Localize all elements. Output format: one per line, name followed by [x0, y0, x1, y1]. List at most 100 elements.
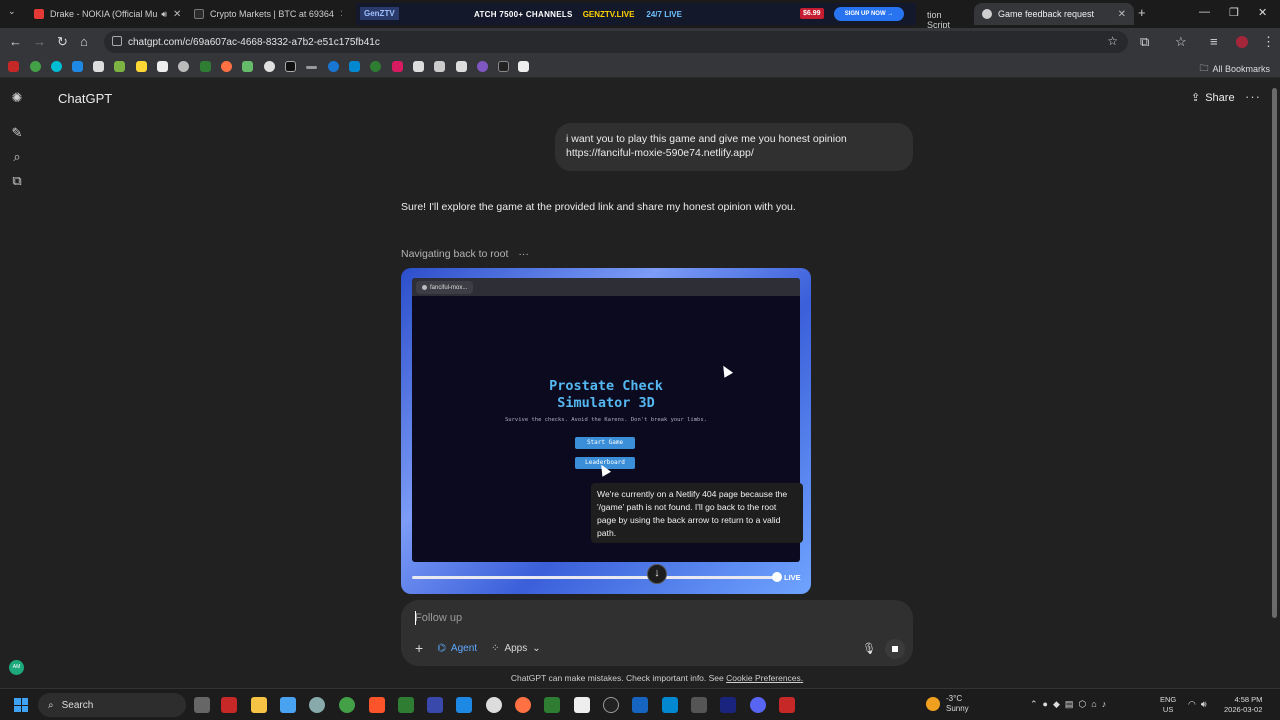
tab-game-feedback[interactable]: Game feedback request ✕: [974, 3, 1134, 25]
bookmark-icon[interactable]: [136, 61, 147, 72]
app-icon[interactable]: [662, 697, 678, 713]
tab-search-chevron-icon[interactable]: ⌄: [8, 6, 16, 17]
bookmark-star-icon[interactable]: ☆: [1107, 34, 1118, 48]
app-icon[interactable]: [632, 697, 648, 713]
media-icon[interactable]: ≡: [1210, 34, 1218, 49]
network-volume-icons[interactable]: ◠ 🔊︎: [1188, 699, 1207, 710]
bookmark-icon[interactable]: [413, 61, 424, 72]
restore-icon[interactable]: ❐: [1229, 6, 1239, 19]
app-icon[interactable]: [427, 697, 443, 713]
minimize-icon[interactable]: —: [1199, 6, 1210, 18]
chrome-icon[interactable]: [339, 697, 355, 713]
scroll-down-icon[interactable]: ↓: [647, 564, 667, 584]
bookmark-icon[interactable]: [221, 61, 232, 72]
taskbar-search[interactable]: ⌕ Search: [38, 693, 186, 717]
close-window-icon[interactable]: ✕: [1258, 6, 1267, 19]
weather-widget[interactable]: -3°C Sunny: [926, 694, 969, 714]
start-game-button[interactable]: Start Game: [575, 437, 635, 449]
app-title[interactable]: ChatGPT: [58, 91, 112, 106]
discord-icon[interactable]: [750, 697, 766, 713]
menu-icon[interactable]: ⋮: [1262, 34, 1275, 50]
bookmark-icon[interactable]: [200, 61, 211, 72]
brave-icon[interactable]: [369, 697, 385, 713]
bookmark-icon[interactable]: [157, 61, 168, 72]
bookmark-icon[interactable]: [392, 61, 403, 72]
microphone-icon[interactable]: 🎙︎: [862, 642, 876, 655]
new-tab-icon[interactable]: +: [1138, 5, 1146, 20]
close-tab-icon[interactable]: ✕: [167, 9, 181, 20]
address-bar[interactable]: chatgpt.com/c/69a607ac-4668-8332-a7b2-e5…: [104, 31, 1128, 53]
app-icon[interactable]: [544, 697, 560, 713]
bookmark-icon[interactable]: [477, 61, 488, 72]
bookmark-icon[interactable]: [8, 61, 19, 72]
bookmark-icon[interactable]: [518, 61, 529, 72]
agent-browser-preview[interactable]: fanciful-mox... Prostate Check Simulator…: [401, 268, 811, 594]
bookmark-icon[interactable]: [114, 61, 125, 72]
app-icon[interactable]: [574, 697, 590, 713]
openai-logo-icon[interactable]: ✺: [10, 91, 24, 105]
tab-crypto[interactable]: Crypto Markets | BTC at 69364 ✕: [186, 3, 342, 25]
taskview-icon[interactable]: [194, 697, 210, 713]
bookmark-icon[interactable]: [264, 61, 275, 72]
extensions-icon[interactable]: ⧉: [1140, 34, 1149, 50]
library-icon[interactable]: ⧉: [10, 174, 24, 188]
system-tray[interactable]: ⌃ ● ◆ ▤ ⬡ ⌂ ♪: [1030, 699, 1106, 710]
stop-button[interactable]: [885, 639, 905, 659]
all-bookmarks[interactable]: 🗀︎ All Bookmarks: [1199, 61, 1270, 77]
avatar[interactable]: AM: [9, 660, 24, 675]
settings-icon[interactable]: [309, 697, 325, 713]
bookmark-icon[interactable]: [242, 61, 253, 72]
scrollbar[interactable]: [1272, 88, 1277, 618]
cookie-preferences-link[interactable]: Cookie Preferences.: [726, 673, 803, 683]
bookmark-icon[interactable]: [498, 61, 509, 72]
close-tab-icon[interactable]: ✕: [334, 9, 342, 20]
profile-icon[interactable]: [1236, 36, 1248, 48]
app-icon[interactable]: [398, 697, 414, 713]
bookmark-icon[interactable]: [370, 61, 381, 72]
back-icon[interactable]: ←: [9, 34, 22, 49]
ad-signup-button[interactable]: SIGN UP NOW →: [834, 7, 904, 21]
share-button[interactable]: ⇪ Share: [1191, 91, 1235, 105]
bookmark-icon[interactable]: [72, 61, 83, 72]
agent-button[interactable]: ⌬ Agent: [437, 643, 477, 654]
store-icon[interactable]: [280, 697, 296, 713]
user-message-link[interactable]: https://fanciful-moxie-590e74.netlify.ap…: [566, 146, 902, 160]
bookmark-icon[interactable]: [434, 61, 445, 72]
app-icon[interactable]: [456, 697, 472, 713]
app-icon[interactable]: [221, 697, 237, 713]
bookmark-icon[interactable]: [51, 61, 62, 72]
bookmark-icon[interactable]: [178, 61, 189, 72]
bookmark-icon[interactable]: [456, 61, 467, 72]
app-icon[interactable]: [603, 697, 619, 713]
search-icon[interactable]: ⌕: [10, 150, 24, 164]
clock[interactable]: 4:58 PM 2026-03-02: [1224, 695, 1262, 715]
progress-handle[interactable]: [772, 572, 782, 582]
bookmark-icon[interactable]: [328, 61, 339, 72]
bookmarks-icon[interactable]: ☆: [1175, 34, 1187, 50]
file-explorer-icon[interactable]: [251, 697, 267, 713]
bookmark-icon[interactable]: [349, 61, 360, 72]
composer[interactable]: Follow up + ⌬ Agent ⁘ Apps ⌄ 🎙︎: [401, 600, 913, 666]
bookmark-icon[interactable]: [285, 61, 296, 72]
bookmark-icon[interactable]: [30, 61, 41, 72]
apps-button[interactable]: ⁘ Apps ⌄: [491, 643, 541, 654]
bookmark-icon[interactable]: [306, 66, 317, 69]
language-indicator[interactable]: ENG US: [1160, 695, 1176, 715]
forward-icon[interactable]: →: [33, 34, 46, 49]
add-icon[interactable]: +: [415, 640, 423, 656]
site-info-icon[interactable]: [112, 36, 122, 46]
agent-status[interactable]: Navigating back to root ···: [401, 248, 529, 260]
app-icon[interactable]: [486, 697, 502, 713]
app-icon[interactable]: [515, 697, 531, 713]
live-progress-bar[interactable]: [412, 576, 777, 579]
reload-icon[interactable]: ↻: [57, 34, 68, 50]
home-icon[interactable]: ⌂: [80, 34, 88, 49]
app-icon[interactable]: [691, 697, 707, 713]
ad-banner[interactable]: GenZTV ATCH 7500+ CHANNELS GENZTV.LIVE 2…: [356, 3, 950, 30]
windows-start-icon[interactable]: [14, 698, 28, 712]
more-options-icon[interactable]: ···: [1245, 89, 1261, 104]
bookmark-icon[interactable]: [93, 61, 104, 72]
status-more-icon[interactable]: ···: [518, 248, 529, 260]
follow-up-input[interactable]: Follow up: [415, 612, 462, 624]
close-tab-icon[interactable]: ✕: [1112, 9, 1126, 20]
